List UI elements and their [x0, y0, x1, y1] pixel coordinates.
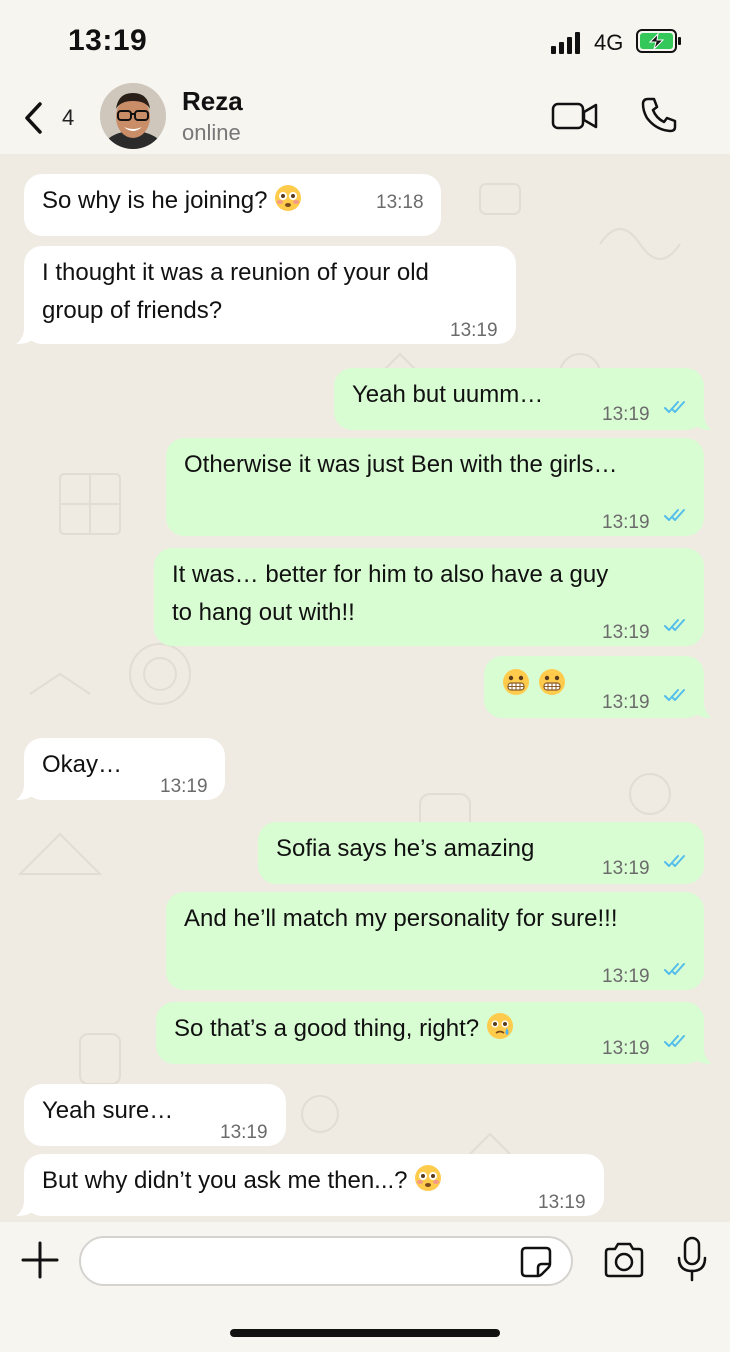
bubble-tail — [694, 1048, 712, 1064]
avatar[interactable] — [100, 83, 166, 149]
message-time: 13:19 — [602, 622, 650, 643]
bubble-tail — [694, 702, 712, 718]
flushed-face-icon — [274, 185, 302, 214]
message-time: 13:19 — [220, 1122, 268, 1143]
chat-header: 4 Reza online — [0, 78, 730, 154]
incoming-message[interactable]: I thought it was a reunion of your old g… — [16, 246, 516, 344]
message-time: 13:19 — [602, 404, 650, 425]
contact-name[interactable]: Reza — [182, 86, 243, 117]
bubble-tail — [16, 784, 34, 800]
read-receipt-icon — [664, 401, 685, 413]
signal-bars-icon — [551, 32, 580, 54]
read-receipt-icon — [664, 509, 685, 521]
message-text — [502, 666, 574, 704]
sticker-icon[interactable] — [520, 1246, 552, 1278]
grimacing-face-icon — [502, 669, 530, 698]
outgoing-message[interactable]: Sofia says he’s amazing 13:19 — [258, 822, 704, 884]
message-time: 13:19 — [602, 858, 650, 879]
flushed-face-icon — [414, 1165, 442, 1194]
message-text: I thought it was a reunion of your old g… — [42, 259, 429, 324]
message-time: 13:18 — [376, 192, 424, 213]
back-button[interactable]: 4 — [22, 96, 86, 140]
status-time: 13:19 — [68, 24, 148, 57]
bubble-tail — [16, 1200, 34, 1216]
read-receipt-icon — [664, 689, 685, 701]
video-camera-icon[interactable] — [551, 100, 599, 132]
message-text: But why didn’t you ask me then...? — [42, 1162, 450, 1200]
bubble-tail — [16, 328, 34, 344]
message-text: Yeah sure… — [42, 1097, 174, 1124]
message-text: Yeah but uumm… — [352, 381, 544, 408]
contact-status: online — [182, 120, 241, 145]
chat-area[interactable]: So why is he joining? 13:18 I thought it … — [0, 154, 730, 1222]
outgoing-message[interactable]: And he’ll match my personality for sure!… — [166, 892, 704, 990]
avatar-image — [100, 83, 166, 149]
message-text: Sofia says he’s amazing — [276, 835, 535, 862]
message-text: And he’ll match my personality for sure!… — [184, 905, 618, 932]
outgoing-message[interactable]: So that’s a good thing, right? 13:19 — [156, 1002, 712, 1064]
outgoing-message[interactable]: Otherwise it was just Ben with the girls… — [166, 438, 704, 536]
message-time: 13:19 — [602, 692, 650, 713]
status-bar: 13:19 4G — [0, 0, 730, 78]
message-text: Okay… — [42, 751, 123, 778]
read-receipt-icon — [664, 963, 685, 975]
outgoing-message[interactable]: 13:19 — [484, 656, 712, 718]
home-indicator — [230, 1329, 500, 1337]
message-text: So that’s a good thing, right? — [174, 1010, 522, 1048]
incoming-message[interactable]: But why didn’t you ask me then...? 13:19 — [16, 1154, 604, 1216]
plus-icon[interactable] — [20, 1240, 60, 1280]
message-text: So why is he joining? — [42, 182, 310, 220]
phone-icon[interactable] — [640, 96, 678, 134]
message-time: 13:19 — [160, 776, 208, 797]
message-time: 13:19 — [602, 1038, 650, 1059]
microphone-icon[interactable] — [676, 1236, 708, 1282]
message-input[interactable] — [79, 1236, 573, 1286]
message-text: It was… better for him to also have a gu… — [172, 561, 609, 626]
chat-screen: 13:19 4G 4 Reza online So why is he join… — [0, 0, 730, 1352]
outgoing-message[interactable]: It was… better for him to also have a gu… — [154, 548, 704, 646]
camera-icon[interactable] — [603, 1242, 645, 1278]
unread-count: 4 — [62, 105, 75, 130]
message-time: 13:19 — [538, 1192, 586, 1213]
bubble-tail — [694, 414, 712, 430]
incoming-message[interactable]: Yeah sure… 13:19 — [24, 1084, 286, 1146]
outgoing-message[interactable]: Yeah but uumm… 13:19 — [334, 368, 712, 430]
message-time: 13:19 — [450, 320, 498, 341]
incoming-message[interactable]: So why is he joining? 13:18 — [24, 174, 441, 236]
face-holding-back-tears-icon — [486, 1013, 514, 1042]
read-receipt-icon — [664, 619, 685, 631]
battery-charging-icon — [636, 29, 681, 53]
message-time: 13:19 — [602, 966, 650, 987]
input-bar — [0, 1222, 730, 1352]
message-text: Otherwise it was just Ben with the girls… — [184, 451, 618, 478]
grimacing-face-icon — [538, 669, 566, 698]
chevron-left-icon — [25, 102, 42, 134]
network-label: 4G — [594, 30, 624, 55]
read-receipt-icon — [664, 1035, 685, 1047]
message-time: 13:19 — [602, 512, 650, 533]
read-receipt-icon — [664, 855, 685, 867]
incoming-message[interactable]: Okay… 13:19 — [16, 738, 225, 800]
